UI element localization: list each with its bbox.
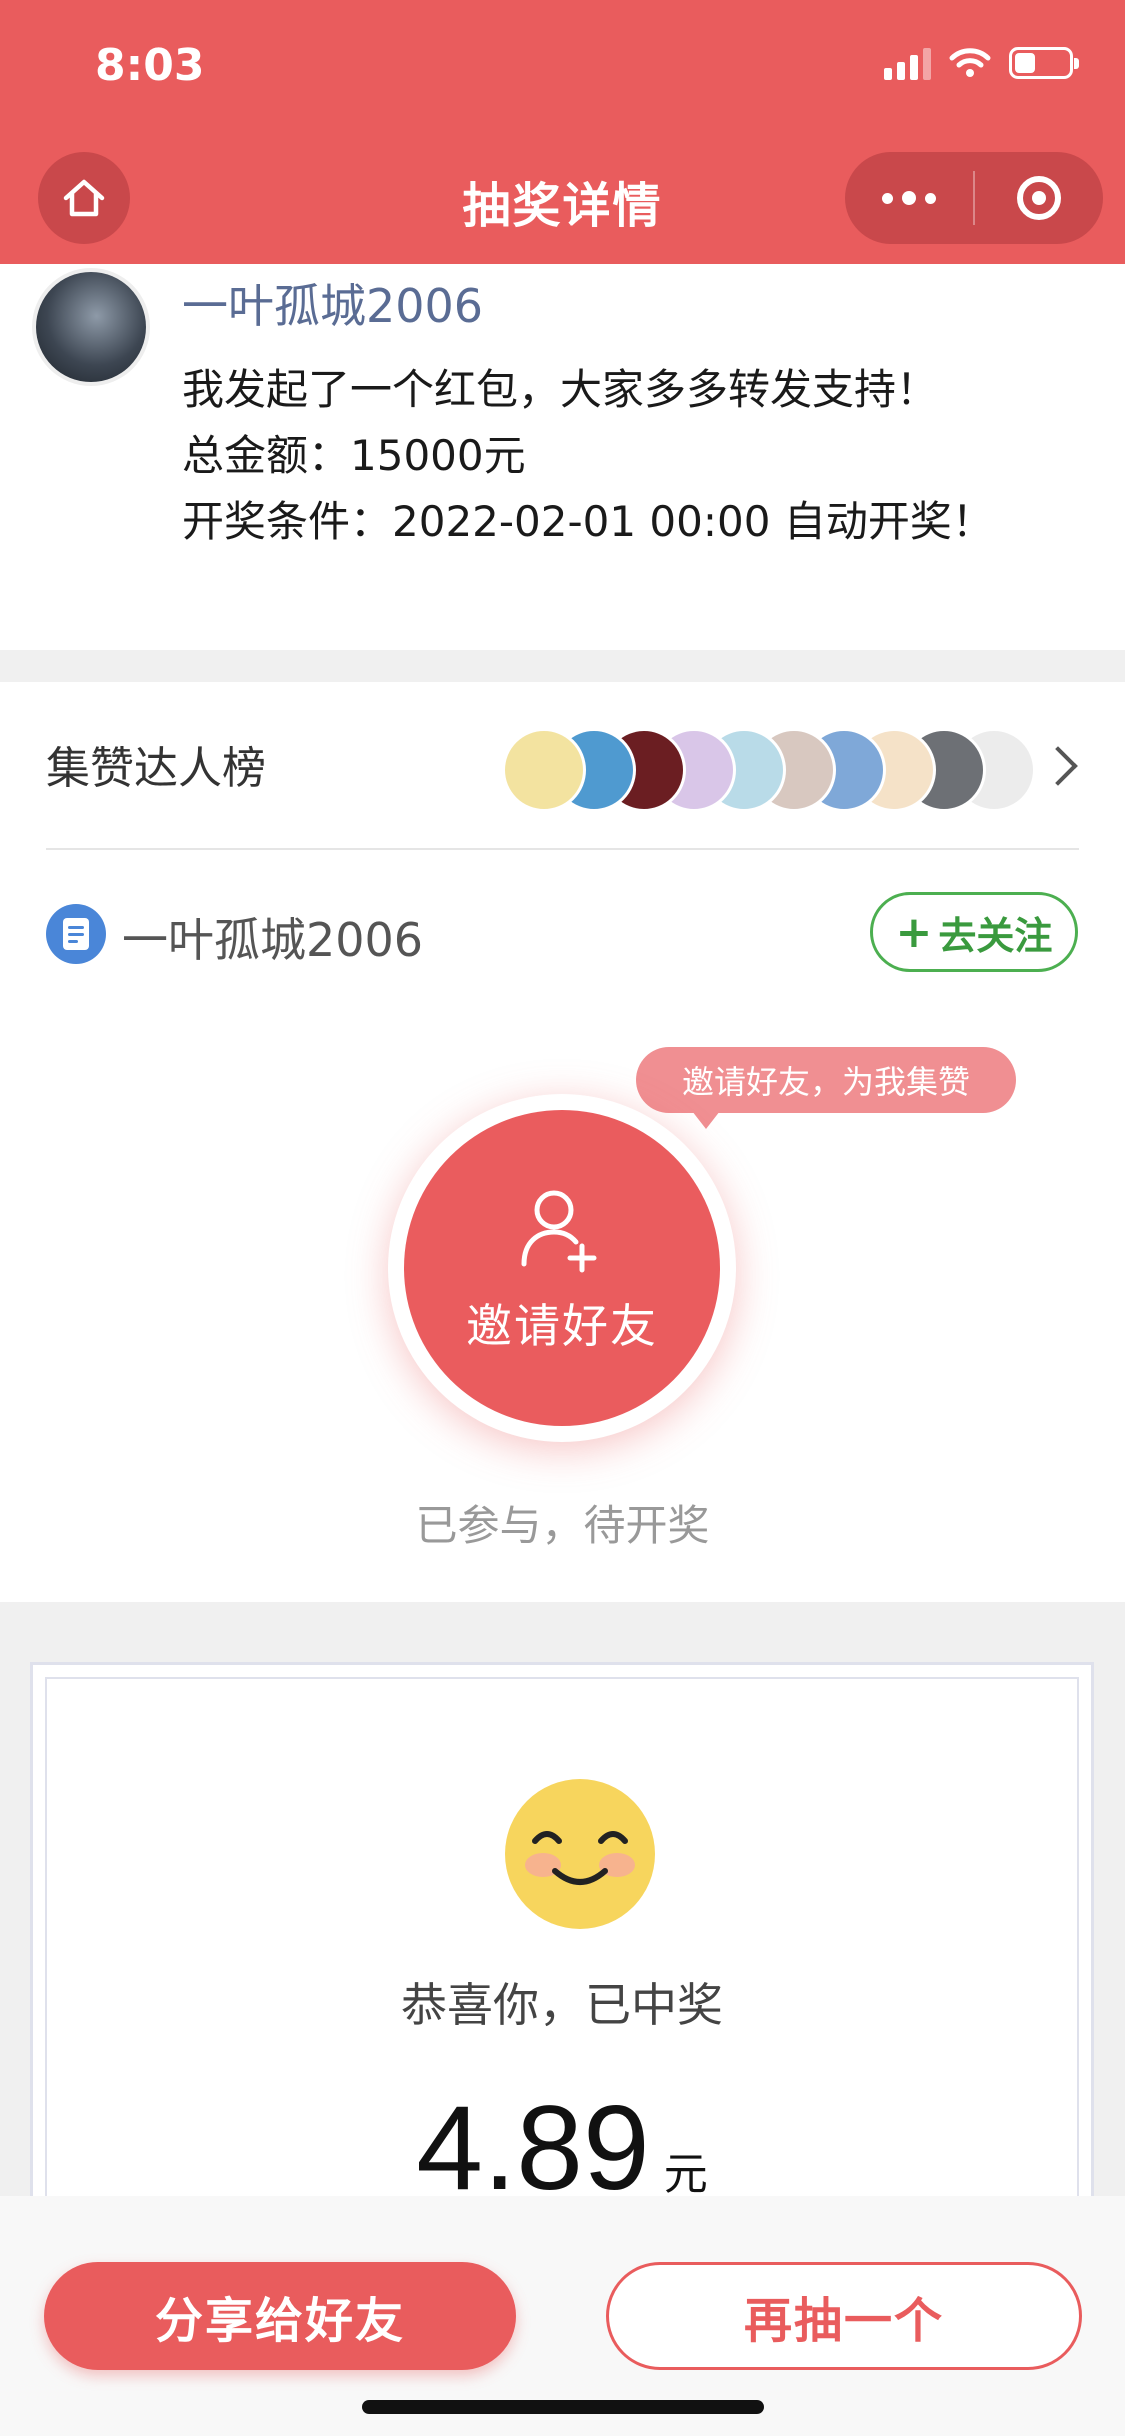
header: 8:03 抽奖详情 — [0, 0, 1125, 264]
menu-capsule — [845, 152, 1103, 244]
prize-card: 恭喜你，已中奖 4.89 元 — [30, 1662, 1094, 2222]
close-miniprogram-button[interactable] — [975, 176, 1103, 220]
add-user-icon — [521, 1190, 597, 1273]
draw-condition: 开奖条件：2022-02-01 00:00 自动开奖！ — [182, 497, 994, 546]
signal-icon — [884, 46, 931, 80]
author-avatar[interactable] — [36, 272, 146, 382]
prize-message: 恭喜你，已中奖 — [401, 1978, 723, 2032]
participation-section: 集赞达人榜 一叶孤城2006 + 去关注 邀请好友，为我集赞 邀请好友 已参与，… — [0, 682, 1125, 1602]
account-icon — [46, 904, 106, 964]
ranking-avatar — [502, 728, 586, 812]
wifi-icon — [949, 48, 991, 77]
ranking-label[interactable]: 集赞达人榜 — [46, 732, 266, 796]
follow-button[interactable]: + 去关注 — [870, 892, 1078, 972]
draw-again-button[interactable]: 再抽一个 — [606, 2262, 1082, 2370]
prize-amount-value: 4.89 — [416, 2081, 650, 2215]
account-name: 一叶孤城2006 — [122, 913, 424, 967]
invite-tooltip: 邀请好友，为我集赞 — [636, 1047, 1016, 1129]
total-amount: 总金额：15000元 — [182, 431, 526, 480]
status-time: 8:03 — [95, 40, 205, 91]
more-options-icon[interactable] — [845, 191, 973, 205]
follow-label: 去关注 — [938, 913, 1053, 958]
plus-icon: + — [895, 906, 933, 958]
share-button[interactable]: 分享给好友 — [44, 2262, 516, 2370]
target-icon — [1017, 176, 1061, 220]
participation-status: 已参与，待开奖 — [415, 1501, 710, 1550]
invite-button-label: 邀请好友 — [466, 1299, 658, 1353]
post-card: 一叶孤城2006 我发起了一个红包，大家多多转发支持！ 总金额：15000元 开… — [0, 264, 1125, 650]
prize-card-inner: 恭喜你，已中奖 4.89 元 — [45, 1677, 1079, 2219]
divider — [46, 848, 1079, 850]
smile-emoji-icon — [505, 1779, 655, 1929]
chevron-right-icon[interactable] — [1038, 746, 1078, 786]
home-indicator — [362, 2400, 764, 2414]
post-message: 我发起了一个红包，大家多多转发支持！ — [182, 365, 939, 414]
status-icons — [884, 46, 1079, 80]
prize-amount-unit: 元 — [663, 2150, 708, 2199]
invite-friends-button[interactable]: 邀请好友 — [404, 1110, 720, 1426]
author-name[interactable]: 一叶孤城2006 — [182, 270, 483, 336]
battery-icon — [1009, 47, 1079, 79]
